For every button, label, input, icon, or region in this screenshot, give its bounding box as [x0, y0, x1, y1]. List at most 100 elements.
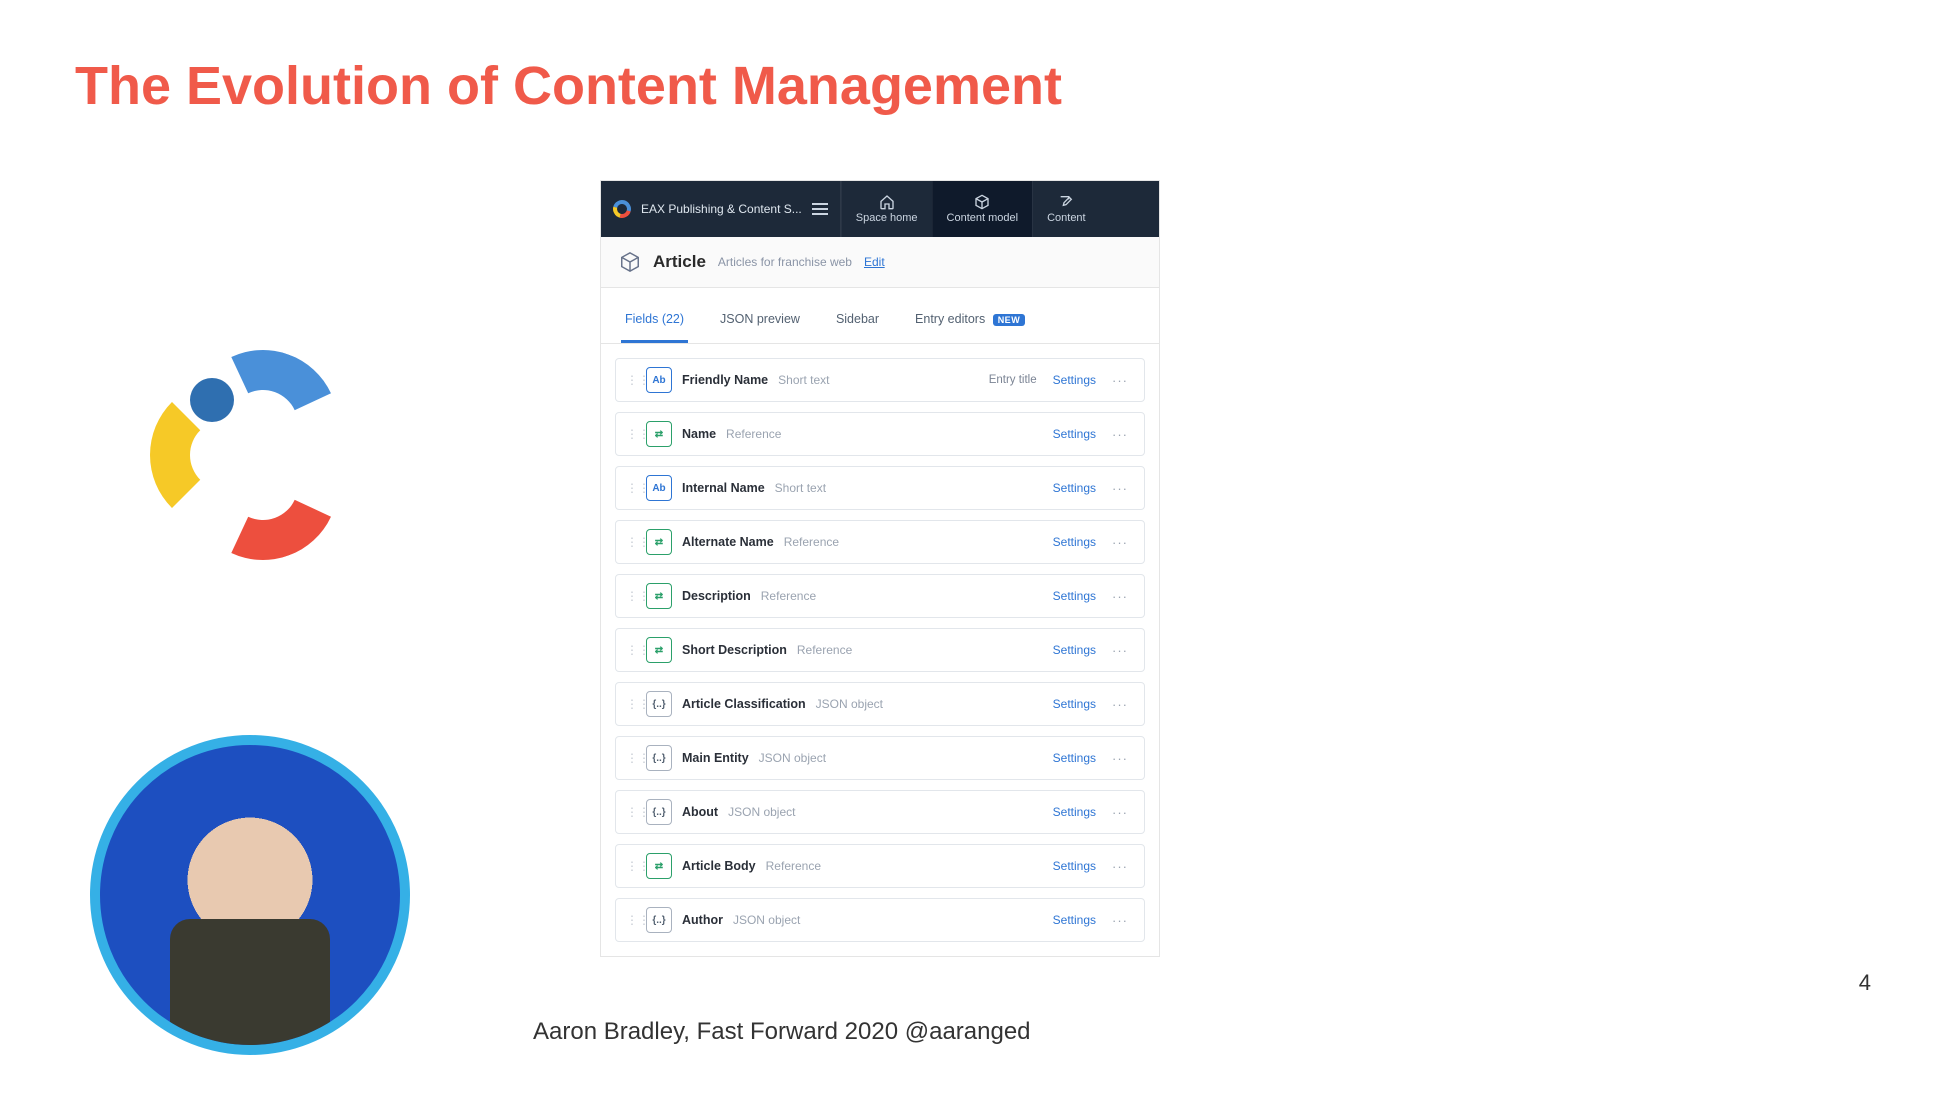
field-settings-link[interactable]: Settings: [1053, 805, 1096, 819]
more-menu-icon[interactable]: ···: [1106, 751, 1134, 766]
drag-handle-icon[interactable]: ⋮⋮: [626, 374, 636, 386]
drag-handle-icon[interactable]: ⋮⋮: [626, 860, 636, 872]
contentful-logo: [150, 340, 350, 560]
tab-fields[interactable]: Fields (22): [621, 298, 688, 343]
tab-entry-editors[interactable]: Entry editors NEW: [911, 298, 1029, 343]
field-row[interactable]: ⋮⋮⇄DescriptionReferenceSettings···: [615, 574, 1145, 618]
content-type-name: Article: [653, 252, 706, 272]
field-type-badge: {..}: [646, 907, 672, 933]
field-name: About: [682, 805, 718, 819]
entry-title-tag: Entry title: [989, 374, 1037, 386]
field-settings-link[interactable]: Settings: [1053, 481, 1096, 495]
nav-label: Content: [1047, 212, 1086, 224]
field-name: Internal Name: [682, 481, 765, 495]
more-menu-icon[interactable]: ···: [1106, 427, 1134, 442]
tab-label: Entry editors: [915, 312, 985, 326]
field-row[interactable]: ⋮⋮⇄Article BodyReferenceSettings···: [615, 844, 1145, 888]
field-type-badge: {..}: [646, 745, 672, 771]
field-name: Main Entity: [682, 751, 749, 765]
field-row[interactable]: ⋮⋮⇄Short DescriptionReferenceSettings···: [615, 628, 1145, 672]
field-type: Short text: [778, 373, 829, 387]
more-menu-icon[interactable]: ···: [1106, 913, 1134, 928]
more-menu-icon[interactable]: ···: [1106, 481, 1134, 496]
field-row[interactable]: ⋮⋮ {..} About JSON object Settings ···: [615, 790, 1145, 834]
field-settings-link[interactable]: Settings: [1053, 589, 1096, 603]
field-type: Reference: [766, 859, 821, 873]
field-type: Reference: [761, 589, 816, 603]
field-row[interactable]: ⋮⋮⇄Alternate NameReferenceSettings···: [615, 520, 1145, 564]
field-type-badge: ⇄: [646, 853, 672, 879]
more-menu-icon[interactable]: ···: [1106, 697, 1134, 712]
field-settings-link[interactable]: Settings: [1053, 697, 1096, 711]
space-switcher[interactable]: EAX Publishing & Content S...: [601, 181, 841, 237]
field-row[interactable]: ⋮⋮{..}Article ClassificationJSON objectS…: [615, 682, 1145, 726]
field-settings-link[interactable]: Settings: [1053, 427, 1096, 441]
nav-space-home[interactable]: Space home: [841, 181, 932, 237]
drag-handle-icon[interactable]: ⋮⋮: [626, 914, 636, 926]
tab-json-preview[interactable]: JSON preview: [716, 298, 804, 343]
field-name: Author: [682, 913, 723, 927]
drag-handle-icon[interactable]: ⋮⋮: [626, 644, 636, 656]
more-menu-icon[interactable]: ···: [1106, 589, 1134, 604]
hamburger-icon[interactable]: [812, 203, 828, 215]
field-settings-link[interactable]: Settings: [1053, 373, 1096, 387]
nav-label: Space home: [856, 212, 918, 224]
more-menu-icon[interactable]: ···: [1106, 643, 1134, 658]
field-type-badge: {..}: [646, 799, 672, 825]
edit-icon: [1058, 194, 1074, 210]
field-type: JSON object: [759, 751, 826, 765]
more-menu-icon[interactable]: ···: [1106, 535, 1134, 550]
field-settings-link[interactable]: Settings: [1053, 643, 1096, 657]
field-type: Reference: [784, 535, 839, 549]
field-name: Friendly Name: [682, 373, 768, 387]
field-name: Article Classification: [682, 697, 806, 711]
tabs: Fields (22) JSON preview Sidebar Entry e…: [601, 298, 1159, 344]
field-name: Description: [682, 589, 751, 603]
more-menu-icon[interactable]: ···: [1106, 805, 1134, 820]
nav-content[interactable]: Content: [1032, 181, 1100, 237]
contentful-mini-logo-icon: [610, 197, 635, 222]
field-settings-link[interactable]: Settings: [1053, 751, 1096, 765]
field-type-badge: Ab: [646, 367, 672, 393]
field-settings-link[interactable]: Settings: [1053, 859, 1096, 873]
field-settings-link[interactable]: Settings: [1053, 913, 1096, 927]
field-row[interactable]: ⋮⋮AbInternal NameShort textSettings···: [615, 466, 1145, 510]
drag-handle-icon[interactable]: ⋮⋮: [626, 698, 636, 710]
field-type: Reference: [797, 643, 852, 657]
field-type: Short text: [775, 481, 826, 495]
tab-sidebar[interactable]: Sidebar: [832, 298, 883, 343]
more-menu-icon[interactable]: ···: [1106, 373, 1134, 388]
speaker-avatar: [90, 735, 410, 1055]
contentful-app: EAX Publishing & Content S... Space home…: [600, 180, 1160, 957]
field-type: JSON object: [816, 697, 883, 711]
home-icon: [879, 194, 895, 210]
field-type: JSON object: [733, 913, 800, 927]
space-name: EAX Publishing & Content S...: [641, 202, 802, 216]
edit-link[interactable]: Edit: [864, 255, 885, 269]
field-row[interactable]: ⋮⋮⇄NameReferenceSettings···: [615, 412, 1145, 456]
drag-handle-icon[interactable]: ⋮⋮: [626, 482, 636, 494]
cube-icon: [974, 194, 990, 210]
content-type-icon: [619, 251, 641, 273]
content-type-header: Article Articles for franchise web Edit: [601, 237, 1159, 288]
field-row[interactable]: ⋮⋮ {..} Main Entity JSON object Settings ···: [615, 736, 1145, 780]
more-menu-icon[interactable]: ···: [1106, 859, 1134, 874]
slide-title: The Evolution of Content Management: [75, 55, 1062, 117]
field-type: Reference: [726, 427, 781, 441]
new-badge: NEW: [993, 314, 1026, 326]
drag-handle-icon[interactable]: ⋮⋮: [626, 806, 636, 818]
field-name: Alternate Name: [682, 535, 774, 549]
app-topbar: EAX Publishing & Content S... Space home…: [601, 181, 1159, 237]
field-list: ⋮⋮ Ab Friendly Name Short text Entry title Se…: [601, 344, 1159, 956]
field-type-badge: ⇄: [646, 637, 672, 663]
nav-label: Content model: [947, 212, 1019, 224]
drag-handle-icon[interactable]: ⋮⋮: [626, 590, 636, 602]
nav-content-model[interactable]: Content model: [932, 181, 1033, 237]
field-row[interactable]: ⋮⋮ Ab Friendly Name Short text Entry title Se…: [615, 358, 1145, 402]
drag-handle-icon[interactable]: ⋮⋮: [626, 428, 636, 440]
field-row[interactable]: ⋮⋮ {..} Author JSON object Settings ···: [615, 898, 1145, 942]
drag-handle-icon[interactable]: ⋮⋮: [626, 752, 636, 764]
field-settings-link[interactable]: Settings: [1053, 535, 1096, 549]
drag-handle-icon[interactable]: ⋮⋮: [626, 536, 636, 548]
field-type: JSON object: [728, 805, 795, 819]
